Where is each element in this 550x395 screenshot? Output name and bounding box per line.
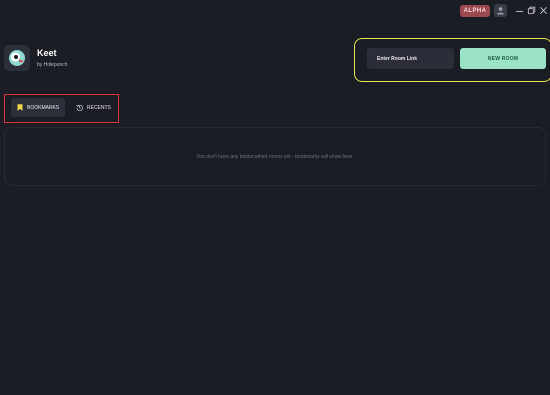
restore-button[interactable] xyxy=(525,4,537,16)
user-profile-button[interactable] xyxy=(494,4,507,17)
app-byline: by Holepunch xyxy=(37,62,68,68)
tab-recents[interactable]: RECENTS xyxy=(70,98,116,117)
close-icon xyxy=(539,6,547,14)
bookmark-icon xyxy=(17,104,23,111)
tab-recents-label: RECENTS xyxy=(87,104,111,111)
empty-state-message: You don't have any bookmarked rooms yet … xyxy=(196,153,354,160)
tab-bookmarks[interactable]: BOOKMARKS xyxy=(11,98,65,117)
minimize-button[interactable] xyxy=(513,4,525,16)
keet-logo-icon xyxy=(9,50,25,66)
room-link-input[interactable] xyxy=(367,48,454,69)
app-title: Keet xyxy=(37,48,57,58)
restore-icon xyxy=(527,6,535,14)
new-room-button[interactable]: NEW ROOM xyxy=(460,48,546,69)
alpha-badge: ALPHA xyxy=(460,5,490,17)
history-icon xyxy=(76,104,83,111)
close-button[interactable] xyxy=(537,4,549,16)
title-bar: ALPHA xyxy=(0,0,550,22)
minimize-icon xyxy=(515,10,523,12)
user-icon xyxy=(497,7,504,15)
tab-bookmarks-label: BOOKMARKS xyxy=(27,104,60,111)
app-logo xyxy=(4,45,30,71)
bookmarks-panel: You don't have any bookmarked rooms yet … xyxy=(4,127,546,186)
